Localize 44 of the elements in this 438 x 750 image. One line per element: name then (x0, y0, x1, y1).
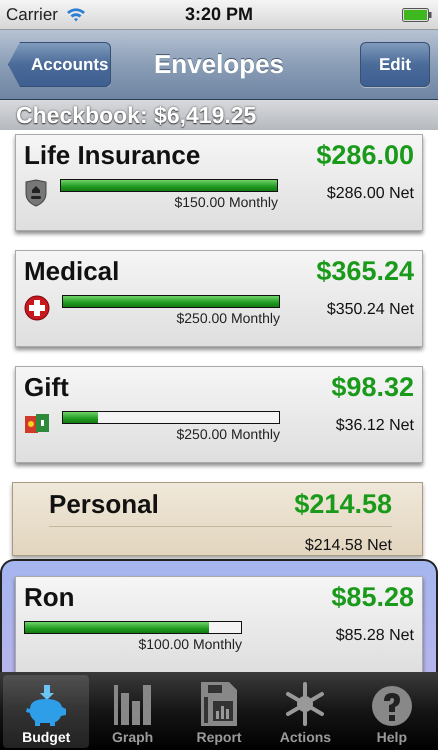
envelope-balance: $365.24 (316, 256, 414, 287)
envelope-balance: $286.00 (316, 140, 414, 171)
net-amount: $286.00 Net (326, 185, 414, 203)
tab-button[interactable]: Graph (89, 675, 176, 748)
net-amount: $214.58 Net (304, 537, 392, 555)
monthly-amount: $250.00 Monthly (176, 426, 280, 442)
net-amount: $350.24 Net (326, 301, 414, 319)
monthly-amount: $150.00 Monthly (174, 194, 278, 210)
envelope-name: Personal (49, 489, 159, 520)
shield-icon (24, 179, 48, 207)
envelope-card[interactable]: Medical $365.24 $250.00 Monthly $350.24 Net (15, 250, 423, 347)
monthly-amount: $250.00 Monthly (176, 310, 280, 326)
envelope-card[interactable]: Life Insurance $286.00 $150.00 Monthly $286.00 Net (15, 134, 423, 231)
bar-chart-icon (112, 683, 154, 727)
envelope-name: Gift (24, 372, 69, 403)
battery-icon (402, 8, 432, 22)
envelope-balance: $98.32 (331, 372, 414, 403)
screen-title: Envelopes (154, 49, 284, 80)
edit-button[interactable]: Edit (360, 42, 430, 87)
net-amount: $36.12 Net (336, 417, 414, 435)
envelope-card[interactable]: Gift $98.32 $250.00 Monthly $36.12 Net (15, 366, 423, 463)
envelope-card[interactable]: Ron $85.28 $100.00 Monthly $85.28 Net (15, 576, 423, 672)
envelope-name: Life Insurance (24, 140, 200, 171)
envelope-balance: $214.58 (294, 489, 392, 520)
account-header: Checkbook: $6,419.25 (0, 100, 438, 130)
help-icon (370, 685, 413, 727)
envelope-name: Ron (24, 582, 75, 613)
medical-cross-icon (24, 295, 50, 321)
back-button[interactable]: Accounts (8, 42, 111, 87)
gift-icon (24, 411, 50, 435)
net-amount: $85.28 Net (336, 627, 414, 645)
tab-button[interactable]: Actions (262, 675, 349, 748)
clock-time: 3:20 PM (184, 4, 254, 25)
folder-card[interactable]: Personal $214.58 $214.58 Net (12, 482, 423, 556)
monthly-amount: $100.00 Monthly (138, 636, 242, 652)
envelope-name: Medical (24, 256, 120, 287)
report-document-icon (200, 681, 238, 727)
wifi-icon (66, 7, 86, 22)
carrier-label: Carrier (6, 4, 58, 24)
tab-button[interactable]: Budget (3, 675, 90, 748)
tab-button[interactable]: Report (176, 675, 262, 748)
piggy-bank-icon (24, 685, 68, 727)
envelope-balance: $85.28 (331, 582, 414, 613)
tab-button[interactable]: Help (348, 675, 436, 748)
